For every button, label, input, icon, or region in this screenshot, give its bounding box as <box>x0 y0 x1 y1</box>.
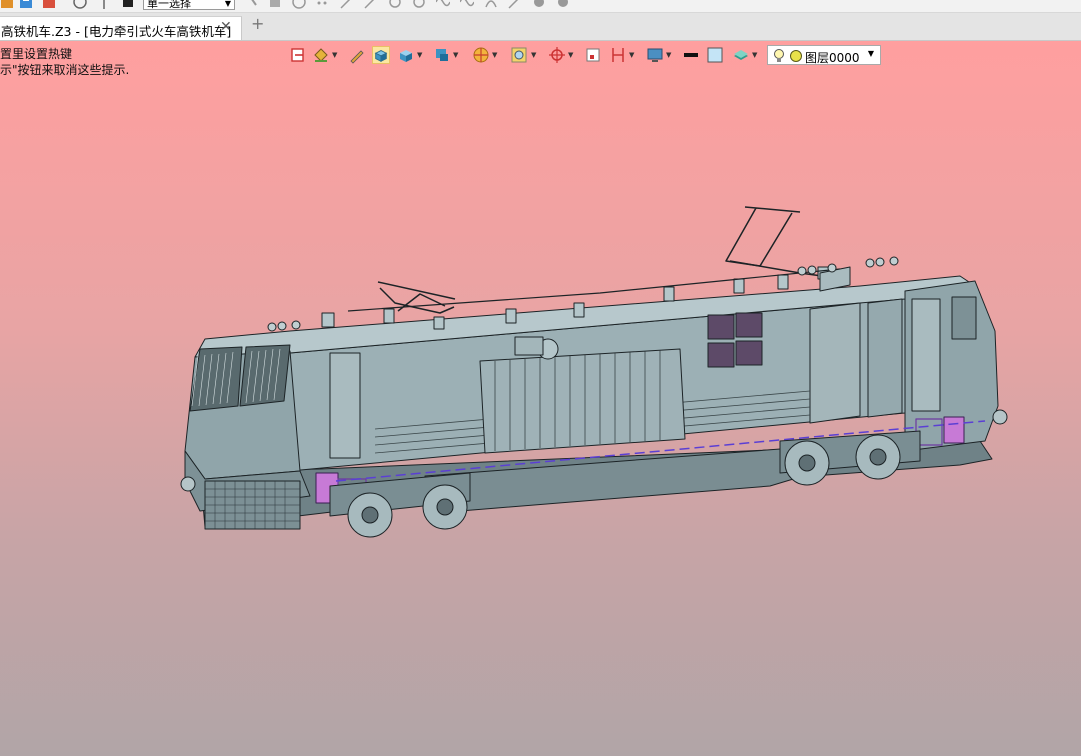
spline-icon[interactable] <box>340 0 354 9</box>
rear-cab-door <box>911 298 941 412</box>
3d-viewport[interactable]: 置里设置热键 示"按钮来取消这些提示. ▼ ▼ ▼ ▼ ▼ ▼ ▼ ▼ ▼ 图层… <box>0 41 1081 756</box>
chevron-down-icon: ▼ <box>224 0 231 8</box>
app-icon[interactable] <box>0 0 14 9</box>
curve-icon[interactable] <box>316 0 330 9</box>
document-tab-title: 高铁机车.Z3 - [电力牵引式火车高铁机车] <box>1 24 232 39</box>
pointer-icon[interactable] <box>246 0 260 9</box>
selection-mode-select[interactable]: 單一选择 ▼ <box>143 0 235 10</box>
front-windshield <box>189 344 291 412</box>
new-tab-icon[interactable]: + <box>251 16 264 32</box>
close-icon[interactable]: ✕ <box>220 19 232 35</box>
rear-equipment-panel <box>809 302 861 424</box>
document-tab-bar: 高铁机车.Z3 - [电力牵引式火车高铁机车] ✕ <box>0 13 1081 41</box>
filter-icon[interactable] <box>97 0 111 9</box>
top-toolbar: 單一选择 ▼ <box>0 0 1081 13</box>
chamfer-icon[interactable] <box>388 0 402 9</box>
export-icon[interactable] <box>42 0 56 9</box>
fillet-icon[interactable] <box>412 0 426 9</box>
document-tab[interactable]: 高铁机车.Z3 - [电力牵引式火车高铁机车] ✕ <box>0 16 242 40</box>
wave-icon[interactable] <box>436 0 450 9</box>
pantograph-rear[interactable] <box>725 206 823 277</box>
stop-icon[interactable] <box>121 0 135 9</box>
history-icon[interactable] <box>73 0 87 9</box>
rear-buffer <box>992 409 1008 425</box>
line-icon[interactable] <box>268 0 282 9</box>
selection-mode-value: 單一选择 <box>147 0 191 10</box>
slash-icon[interactable] <box>508 0 522 9</box>
front-buffer-left <box>180 476 196 492</box>
locomotive-model[interactable] <box>0 41 1081 756</box>
sine-icon[interactable] <box>460 0 474 9</box>
rear-compartment <box>867 298 903 418</box>
rear-cab-window <box>951 296 977 340</box>
front-cab-door <box>329 352 361 459</box>
gear-icon[interactable] <box>532 0 546 9</box>
save-icon[interactable] <box>19 0 33 9</box>
circle-icon[interactable] <box>292 0 306 9</box>
bend-icon[interactable] <box>484 0 498 9</box>
arc-icon[interactable] <box>364 0 378 9</box>
rear-bogie[interactable] <box>779 430 921 486</box>
cog-icon[interactable] <box>556 0 570 9</box>
